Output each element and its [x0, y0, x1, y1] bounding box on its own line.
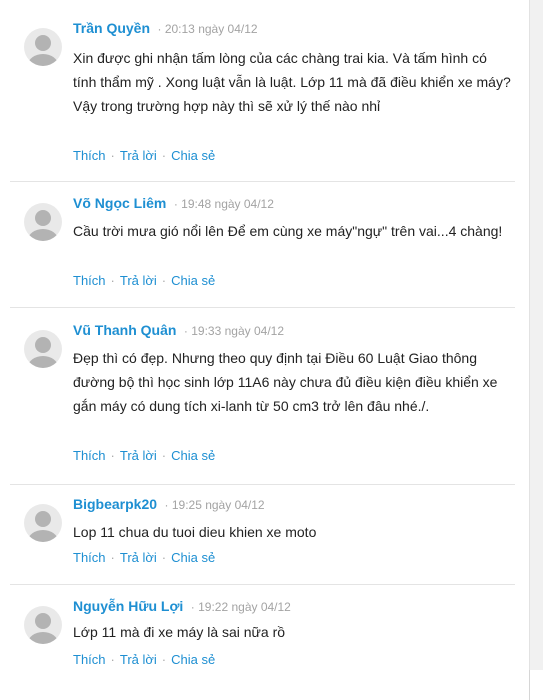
comment-time: · 19:33 ngày 04/12 [183, 324, 284, 338]
comment-time: · 20:13 ngày 04/12 [157, 22, 258, 36]
reply-link[interactable]: Trả lời [120, 148, 157, 163]
divider [10, 181, 515, 182]
separator: · [110, 652, 115, 667]
divider [10, 484, 515, 485]
comment-timestamp: 19:48 ngày 04/12 [181, 197, 274, 211]
reply-link[interactable]: Trả lời [120, 448, 157, 463]
divider [10, 584, 515, 585]
comment-author[interactable]: Vũ Thanh Quân [73, 322, 176, 338]
comment-actions: Thích · Trả lời · Chia sẻ [73, 550, 215, 565]
comment-author[interactable]: Trần Quyền [73, 20, 150, 36]
separator: · [161, 448, 167, 463]
separator: · [161, 550, 167, 565]
share-link[interactable]: Chia sẻ [171, 148, 215, 163]
like-link[interactable]: Thích [73, 273, 106, 288]
comment-item: Võ Ngọc Liêm · 19:48 ngày 04/12 Cầu trời… [10, 195, 515, 308]
reply-link[interactable]: Trả lời [120, 652, 157, 667]
comment-meta: Nguyễn Hữu Lợi · 19:22 ngày 04/12 [73, 598, 291, 616]
like-link[interactable]: Thích [73, 550, 106, 565]
comment-actions: Thích · Trả lời · Chia sẻ [73, 273, 215, 288]
separator: · [161, 273, 167, 288]
like-link[interactable]: Thích [73, 448, 106, 463]
comment-meta: Võ Ngọc Liêm · 19:48 ngày 04/12 [73, 195, 274, 213]
avatar[interactable] [24, 28, 62, 66]
separator: · [161, 148, 167, 163]
comment-timestamp: 19:22 ngày 04/12 [198, 600, 291, 614]
comment-time: · 19:25 ngày 04/12 [164, 498, 265, 512]
like-link[interactable]: Thích [73, 148, 106, 163]
separator: · [110, 448, 115, 463]
avatar[interactable] [24, 504, 62, 542]
share-link[interactable]: Chia sẻ [171, 550, 215, 565]
comment-actions: Thích · Trả lời · Chia sẻ [73, 652, 215, 667]
comment-timestamp: 20:13 ngày 04/12 [164, 22, 258, 36]
share-link[interactable]: Chia sẻ [171, 652, 215, 667]
comment-time: · 19:22 ngày 04/12 [190, 600, 291, 614]
comment-item: Bigbearpk20 · 19:25 ngày 04/12 Lop 11 ch… [10, 496, 515, 585]
comment-meta: Bigbearpk20 · 19:25 ngày 04/12 [73, 496, 265, 514]
reply-link[interactable]: Trả lời [120, 273, 157, 288]
avatar[interactable] [24, 203, 62, 241]
separator: · [110, 550, 115, 565]
comment-actions: Thích · Trả lời · Chia sẻ [73, 148, 215, 163]
divider [10, 307, 515, 308]
scrollbar[interactable] [529, 0, 543, 670]
avatar[interactable] [24, 330, 62, 368]
avatar[interactable] [24, 606, 62, 644]
comment-list: Trần Quyền · 20:13 ngày 04/12 Xin được g… [0, 0, 530, 700]
comment-text: Lớp 11 mà đi xe máy là sai nữa rồ [73, 624, 286, 640]
comment-text: Đẹp thì có đẹp. Nhưng theo quy định tại … [73, 350, 498, 414]
comment-timestamp: 19:25 ngày 04/12 [171, 498, 265, 512]
comment-author[interactable]: Nguyễn Hữu Lợi [73, 598, 183, 614]
separator: · [110, 148, 115, 163]
comment-timestamp: 19:33 ngày 04/12 [191, 324, 284, 338]
separator: · [110, 273, 115, 288]
share-link[interactable]: Chia sẻ [171, 448, 215, 463]
comment-time: · 19:48 ngày 04/12 [173, 197, 274, 211]
comment-text: Lop 11 chua du tuoi dieu khien xe moto [73, 524, 317, 540]
reply-link[interactable]: Trả lời [120, 550, 157, 565]
comment-author[interactable]: Bigbearpk20 [73, 496, 157, 512]
like-link[interactable]: Thích [73, 652, 106, 667]
separator: · [161, 652, 167, 667]
comment-author[interactable]: Võ Ngọc Liêm [73, 195, 166, 211]
comment-meta: Vũ Thanh Quân · 19:33 ngày 04/12 [73, 322, 284, 340]
comment-item: Vũ Thanh Quân · 19:33 ngày 04/12 Đẹp thì… [10, 322, 515, 485]
comment-item: Nguyễn Hữu Lợi · 19:22 ngày 04/12 Lớp 11… [10, 598, 515, 678]
comment-item: Trần Quyền · 20:13 ngày 04/12 Xin được g… [10, 20, 515, 182]
comment-actions: Thích · Trả lời · Chia sẻ [73, 448, 215, 463]
comment-meta: Trần Quyền · 20:13 ngày 04/12 [73, 20, 258, 38]
share-link[interactable]: Chia sẻ [171, 273, 215, 288]
comment-text: Xin được ghi nhận tấm lòng của các chàng… [73, 50, 511, 114]
comment-text: Cầu trời mưa gió nổi lên Để em cùng xe m… [73, 223, 503, 239]
